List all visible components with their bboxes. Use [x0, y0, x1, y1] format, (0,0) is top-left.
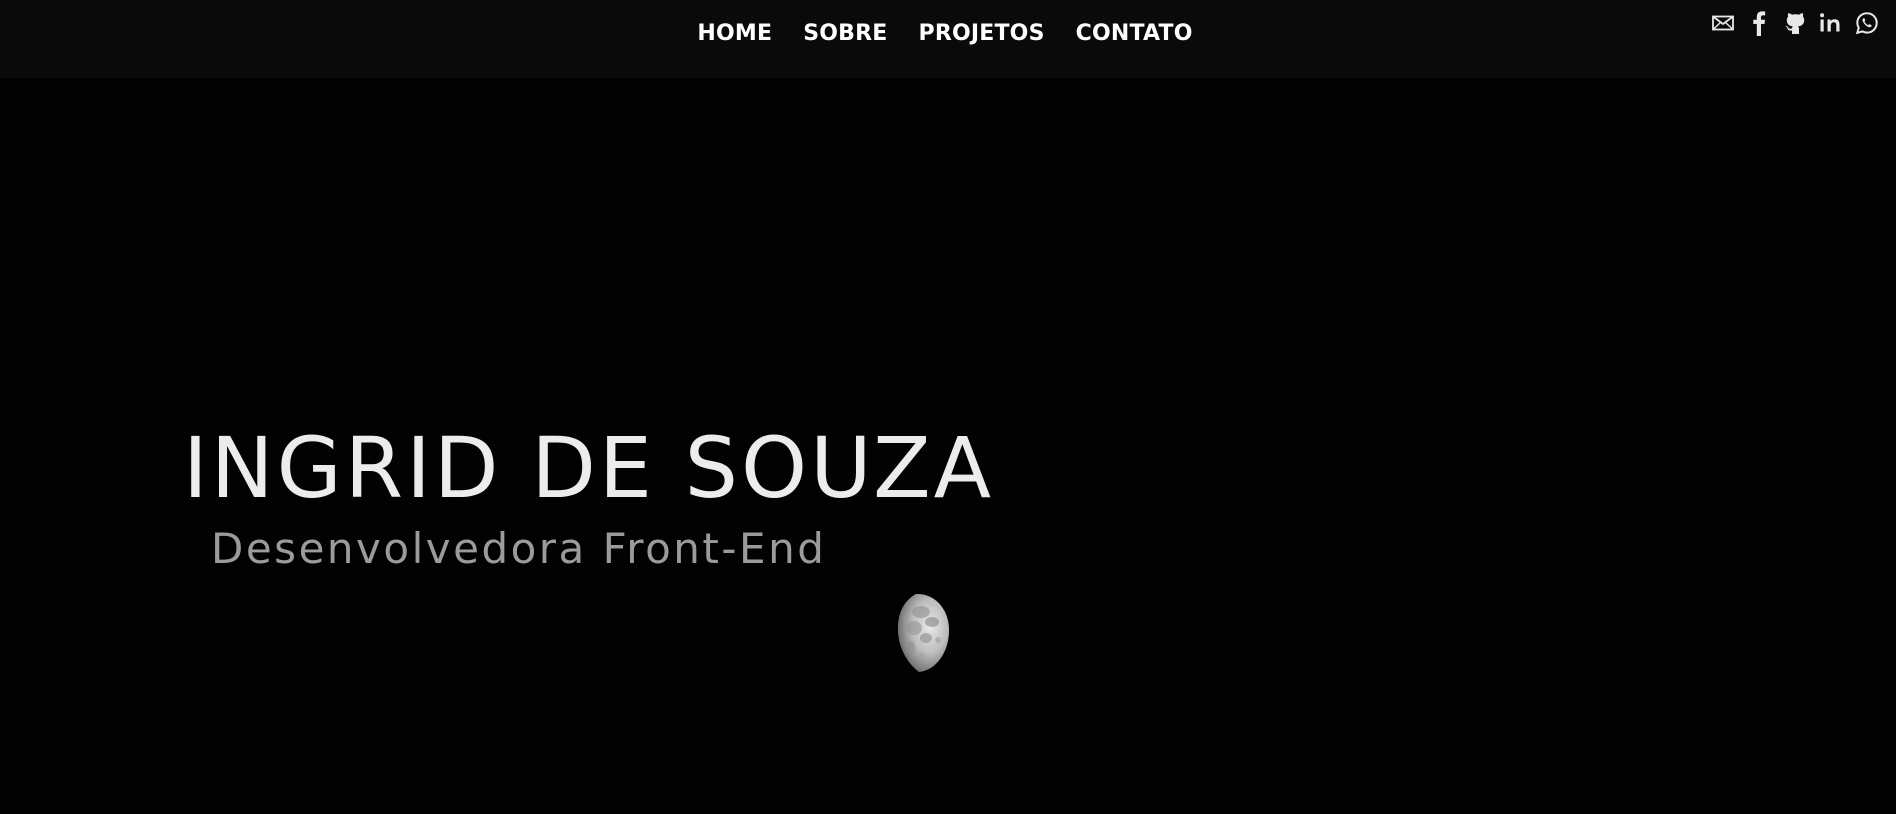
linkedin-icon[interactable] [1819, 10, 1843, 36]
whatsapp-icon[interactable] [1855, 10, 1879, 36]
nav-sobre-link[interactable]: SOBRE [803, 21, 887, 46]
hero-name: INGRID DE SOUZA [183, 419, 995, 517]
mail-icon[interactable] [1711, 10, 1735, 36]
hero-subtitle: Desenvolvedora Front-End [211, 524, 827, 573]
nav-contato-link[interactable]: CONTATO [1076, 21, 1193, 46]
nav-home-link[interactable]: HOME [697, 21, 772, 46]
main-nav: HOME SOBRE PROJETOS CONTATO [0, 0, 1896, 66]
social-links [1711, 10, 1879, 36]
github-icon[interactable] [1783, 10, 1807, 36]
moon-image [897, 593, 950, 672]
nav-projetos-link[interactable]: PROJETOS [919, 21, 1045, 46]
header-bar: HOME SOBRE PROJETOS CONTATO [0, 0, 1896, 78]
facebook-icon[interactable] [1747, 10, 1771, 36]
